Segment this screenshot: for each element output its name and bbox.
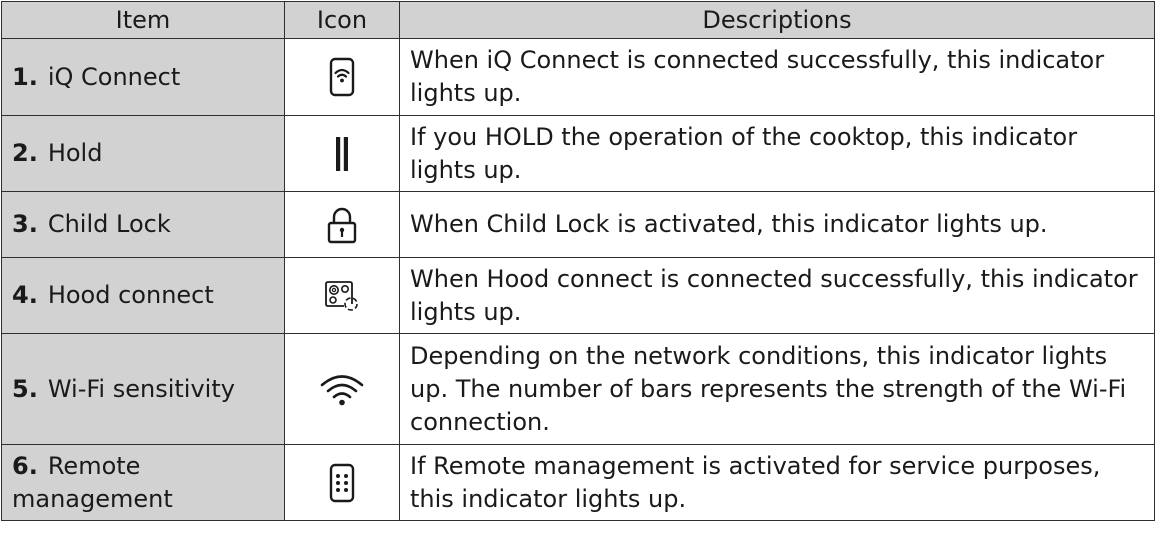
description-cell: If you HOLD the operation of the cooktop…	[399, 115, 1155, 192]
item-label: Hold	[47, 139, 103, 167]
hold-pause-icon	[334, 136, 350, 172]
item-number: 4.	[12, 281, 38, 309]
description-cell: When Hood connect is connected successfu…	[399, 257, 1155, 334]
icon-cell	[284, 38, 400, 116]
description-cell: When Child Lock is activated, this indic…	[399, 191, 1155, 258]
header-descriptions: Descriptions	[399, 1, 1155, 39]
header-item: Item	[1, 1, 285, 39]
iq-connect-icon	[329, 57, 355, 97]
item-cell: 3. Child Lock	[1, 191, 285, 258]
item-number: 2.	[12, 139, 38, 167]
description-cell: When iQ Connect is connected successfull…	[399, 38, 1155, 116]
table-row: 1. iQ Connect When iQ Connect is connecte…	[1, 38, 1155, 116]
remote-management-icon	[329, 463, 355, 503]
item-number: 6.	[12, 451, 38, 480]
item-label: iQ Connect	[47, 62, 181, 91]
wifi-signal-icon	[319, 374, 365, 406]
item-label: Wi-Fi sensitivity	[47, 374, 235, 403]
item-label: Child Lock	[47, 210, 171, 238]
icon-cell	[284, 333, 400, 445]
table-row: 2. Hold If you HOLD the operation of the …	[1, 115, 1155, 192]
icon-cell	[284, 257, 400, 334]
item-cell: 6. Remote management	[1, 444, 285, 521]
item-cell: 5. Wi-Fi sensitivity	[1, 333, 285, 445]
icon-cell	[284, 191, 400, 258]
child-lock-icon	[326, 206, 358, 244]
table-row: 4. Hood connect When Hood connect is conn…	[1, 257, 1155, 334]
item-number: 1.	[12, 62, 38, 91]
table-header: Item Icon Descriptions	[1, 1, 1155, 39]
hood-connect-icon	[324, 280, 360, 312]
table-row: 6. Remote management If Remote management…	[1, 444, 1155, 521]
item-label: Hood connect	[47, 281, 214, 309]
item-cell: 2. Hold	[1, 115, 285, 192]
item-number: 5.	[12, 374, 38, 403]
header-row: Item Icon Descriptions	[1, 1, 1155, 39]
icon-cell	[284, 444, 400, 521]
icon-cell	[284, 115, 400, 192]
indicator-table: Item Icon Descriptions 1. iQ Connect Whe…	[1, 1, 1155, 521]
header-icon: Icon	[284, 1, 400, 39]
item-number: 3.	[12, 210, 38, 238]
table-row: 3. Child Lock When Child Lock is activate…	[1, 191, 1155, 258]
description-cell: If Remote management is activated for se…	[399, 444, 1155, 521]
item-cell: 1. iQ Connect	[1, 38, 285, 116]
description-cell: Depending on the network conditions, thi…	[399, 333, 1155, 445]
table-row: 5. Wi-Fi sensitivity Depending on the net…	[1, 333, 1155, 445]
item-cell: 4. Hood connect	[1, 257, 285, 334]
